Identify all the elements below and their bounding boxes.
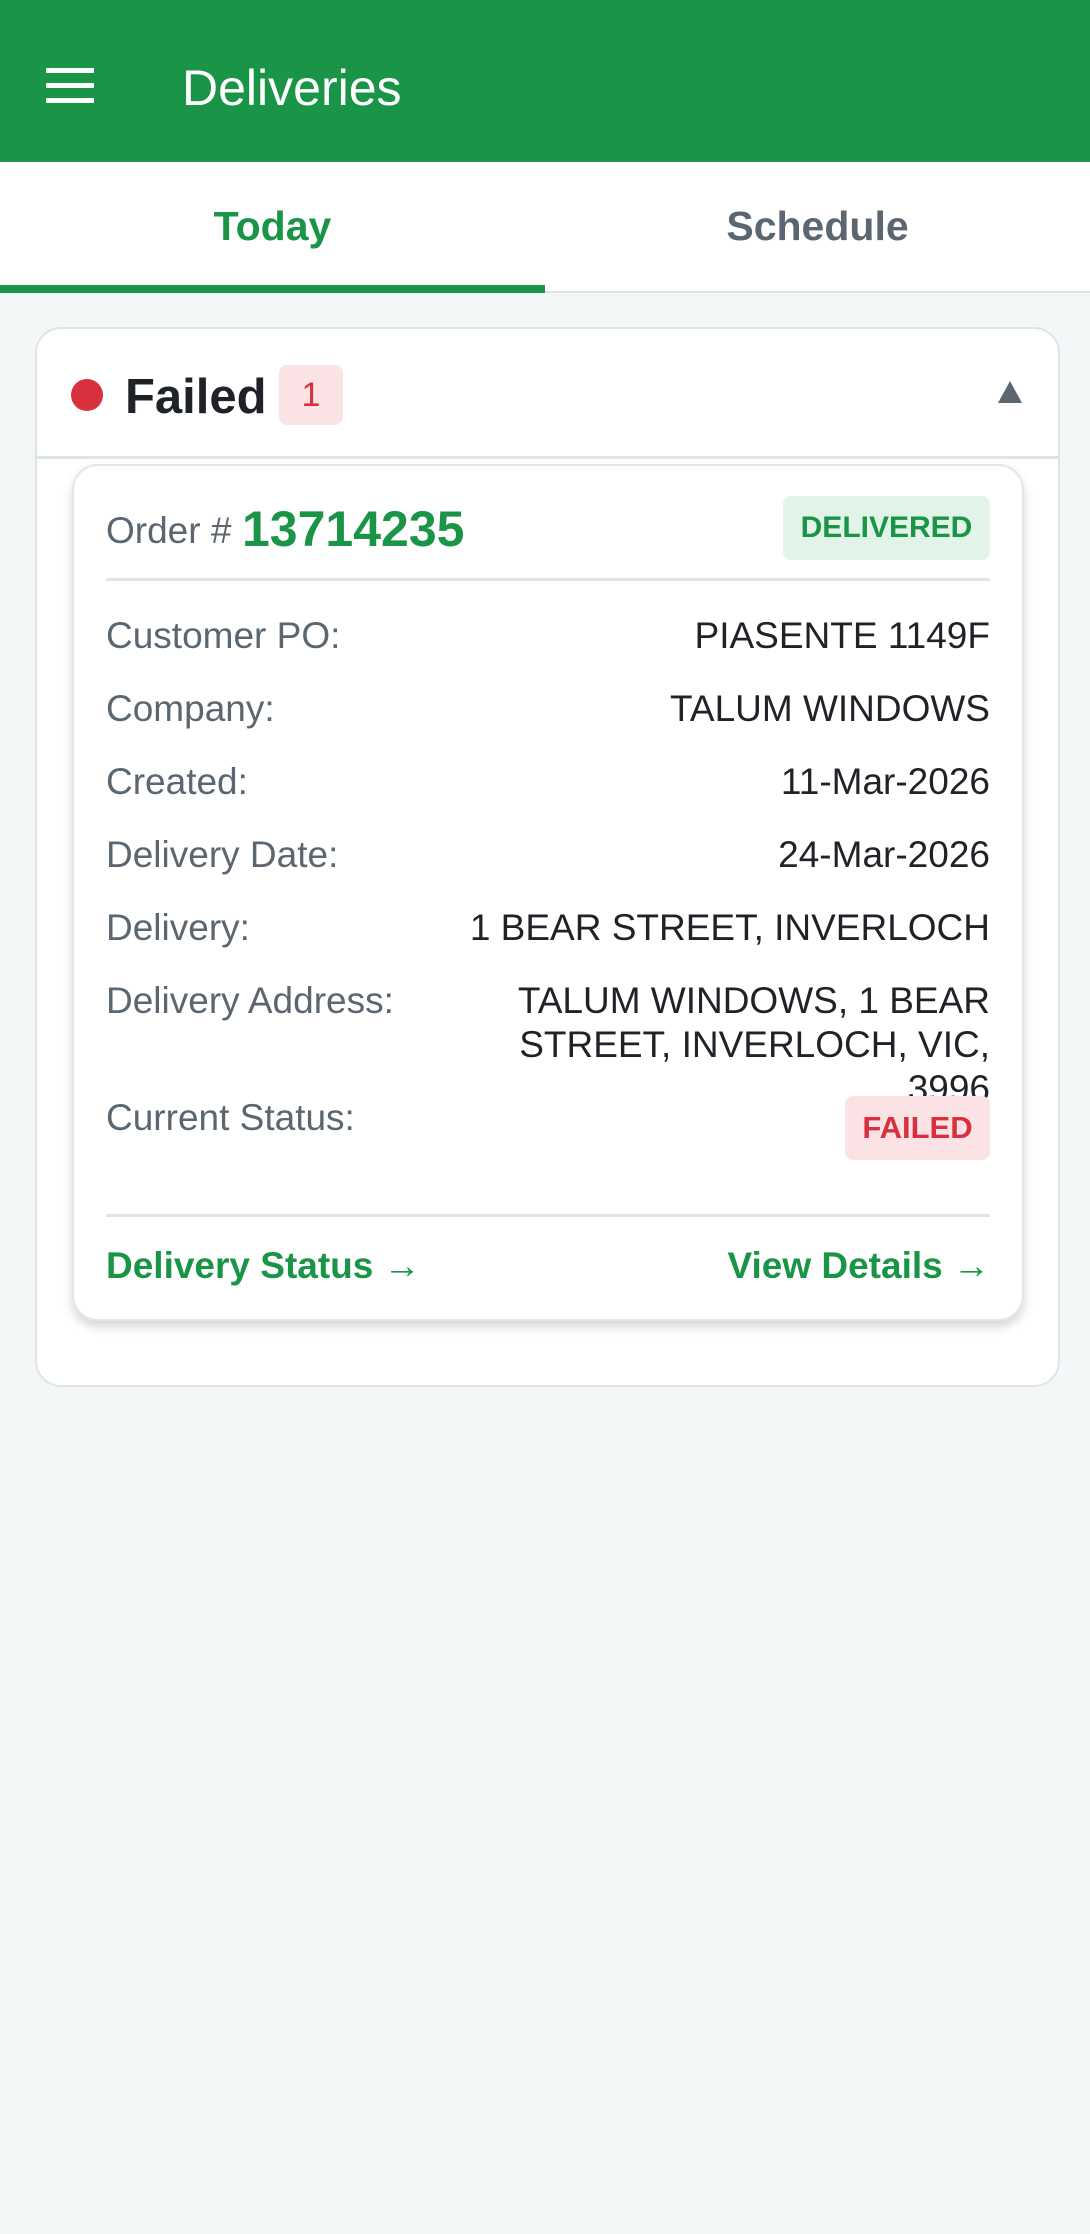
delivery-address-value: TALUM WINDOWS, 1 BEAR STREET, INVERLOCH,… (517, 980, 990, 1109)
collapse-triangle-icon[interactable] (998, 381, 1022, 403)
failed-status-badge: FAILED (845, 1096, 990, 1160)
created-value: 11-Mar-2026 (780, 761, 990, 802)
delivery-date-label: Delivery Date: (106, 834, 339, 875)
hamburger-menu-icon[interactable] (46, 68, 96, 104)
status-dot-icon (71, 379, 103, 411)
order-card: Order # 13714235 DELIVERED Customer PO: … (72, 464, 1024, 1321)
customer-po-value: PIASENTE 1149F (694, 615, 990, 656)
app-bar: Deliveries (0, 0, 1090, 162)
customer-po-label: Customer PO: (106, 615, 341, 656)
tab-today[interactable]: Today (0, 162, 545, 293)
company-value: TALUM WINDOWS (670, 688, 990, 729)
page-title: Deliveries (182, 60, 402, 116)
card-divider (106, 1214, 990, 1217)
view-details-link[interactable]: View Details → (727, 1244, 990, 1288)
delivered-badge: DELIVERED (783, 496, 990, 560)
group-title: Failed (125, 370, 267, 424)
company-label: Company: (106, 688, 275, 729)
delivery-status-link[interactable]: Delivery Status → (106, 1244, 421, 1288)
delivery-value: 1 BEAR STREET, INVERLOCH (469, 907, 990, 948)
current-status-label: Current Status: (106, 1097, 355, 1138)
order-header: Order # 13714235 DELIVERED (106, 496, 990, 581)
tab-bar: Today Schedule (0, 162, 1090, 293)
order-prefix: Order # (106, 510, 232, 551)
tab-schedule[interactable]: Schedule (545, 162, 1090, 291)
count-badge: 1 (279, 365, 343, 425)
created-label: Created: (106, 761, 248, 802)
order-number: 13714235 (242, 501, 465, 557)
delivery-date-value: 24-Mar-2026 (778, 834, 990, 875)
failed-group: Failed 1 Order # 13714235 DELIVERED Cust… (35, 327, 1060, 1387)
delivery-address-label: Delivery Address: (106, 980, 394, 1021)
delivery-label: Delivery: (106, 907, 250, 948)
failed-group-header[interactable]: Failed 1 (37, 329, 1058, 459)
